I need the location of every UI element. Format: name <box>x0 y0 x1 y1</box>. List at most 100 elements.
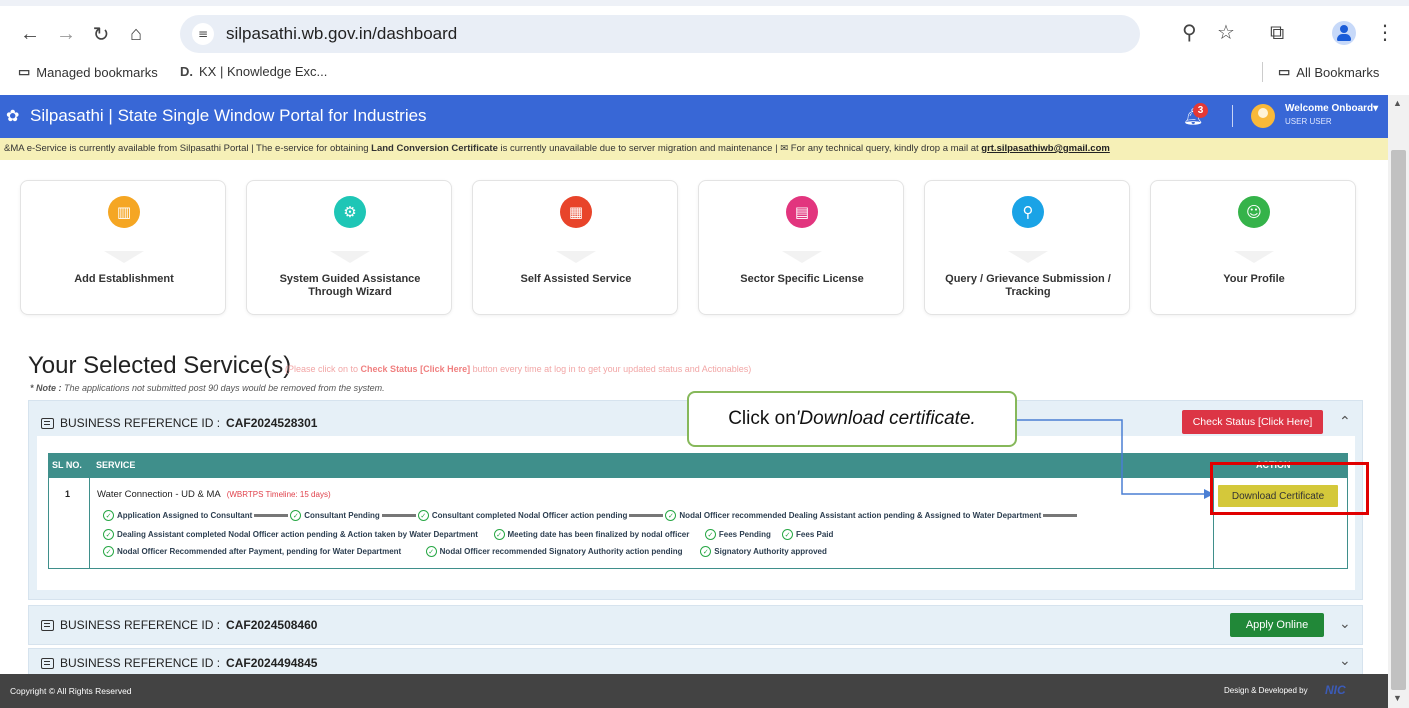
managed-bookmarks-icon: ▭ <box>18 64 31 79</box>
bookmark-separator <box>1262 62 1263 82</box>
browser-chrome: ← → ↻ ⌂ ≡ silpasathi.wb.gov.in/dashboard… <box>0 0 1409 95</box>
welcome-text[interactable]: Welcome Onboard▾ <box>1285 103 1378 114</box>
apply-online-button[interactable]: Apply Online <box>1230 613 1324 637</box>
home-icon[interactable]: ⌂ <box>122 20 150 48</box>
status-hint: (Please click on to Check Status [Click … <box>285 364 752 374</box>
announcement-marquee: &MA e-Service is currently available fro… <box>0 138 1388 160</box>
list-icon <box>41 657 54 669</box>
business-id: CAF2024528301 <box>226 416 318 430</box>
search-icon: ⚲ <box>1012 196 1044 228</box>
card-system-guided-assistance[interactable]: ⚙ System Guided Assistance Through Wizar… <box>246 180 452 315</box>
card-notch <box>330 251 370 263</box>
header-sl: SL NO. <box>52 460 82 470</box>
row-sl: 1 <box>65 489 71 499</box>
card-notch <box>1008 251 1048 263</box>
scroll-down-icon[interactable]: ▼ <box>1393 693 1402 703</box>
check-status-button[interactable]: Check Status [Click Here] <box>1182 410 1323 434</box>
kx-icon: D. <box>180 64 193 79</box>
business-reference[interactable]: BUSINESS REFERENCE ID : CAF2024508460 <box>41 618 317 632</box>
business-id: CAF2024494845 <box>226 656 318 670</box>
app-header: ✿ Silpasathi | State Single Window Porta… <box>0 95 1388 138</box>
user-avatar-icon[interactable] <box>1251 104 1275 128</box>
column-divider <box>89 478 90 568</box>
folder-icon: ▭ <box>1278 64 1291 79</box>
gear-icon: ⚙ <box>334 196 366 228</box>
address-bar[interactable]: ≡ silpasathi.wb.gov.in/dashboard <box>180 15 1140 53</box>
business-id: CAF2024508460 <box>226 618 318 632</box>
site-settings-icon[interactable]: ≡ <box>192 23 214 45</box>
instruction-callout: Click on 'Download certificate. <box>687 391 1017 447</box>
header-separator <box>1232 105 1233 127</box>
app-title[interactable]: Silpasathi | State Single Window Portal … <box>30 106 427 126</box>
card-notch <box>1234 251 1274 263</box>
building-icon: ▥ <box>108 196 140 228</box>
status-steps: ✓ Nodal Officer Recommended after Payment… <box>103 546 827 557</box>
copyright-text: Copyright © All Rights Reserved <box>10 686 132 696</box>
user-name: USER USER <box>1285 117 1332 126</box>
highlight-box <box>1210 462 1369 515</box>
all-bookmarks[interactable]: ▭ All Bookmarks <box>1278 64 1379 80</box>
check-circle-icon: ✓ <box>665 510 677 521</box>
card-label: Your Profile <box>1223 273 1285 285</box>
page-title: Your Selected Service(s) <box>28 352 292 379</box>
page-scrollbar[interactable]: ▲ ▼ <box>1388 95 1409 708</box>
chevron-down-icon[interactable]: ⌄ <box>1339 616 1351 632</box>
card-label: Query / Grievance Submission / Tracking <box>945 273 1111 298</box>
card-self-assisted-service[interactable]: ▦ Self Assisted Service <box>472 180 678 315</box>
card-label: Sector Specific License <box>740 273 864 285</box>
card-notch <box>782 251 822 263</box>
support-email-link[interactable]: grt.silpasathiwb@gmail.com <box>981 143 1110 154</box>
header-service: SERVICE <box>96 460 136 470</box>
zoom-icon[interactable]: ⚲ <box>1182 20 1197 44</box>
star-icon[interactable]: ☆ <box>1217 20 1235 44</box>
bookmark-managed[interactable]: ▭ Managed bookmarks <box>18 64 158 80</box>
license-icon: ▤ <box>786 196 818 228</box>
card-label: Add Establishment <box>74 273 174 285</box>
notification-badge: 3 <box>1193 103 1208 118</box>
table-row: 1 Water Connection - UD & MA (WBRTPS Time… <box>48 477 1348 569</box>
chevron-down-icon[interactable]: ⌄ <box>1339 653 1351 669</box>
business-reference[interactable]: BUSINESS REFERENCE ID : CAF2024494845 <box>41 656 317 670</box>
url-text[interactable]: silpasathi.wb.gov.in/dashboard <box>226 24 457 44</box>
nic-logo: NIC <box>1325 683 1346 697</box>
card-notch <box>104 251 144 263</box>
check-circle-icon: ✓ <box>782 529 794 540</box>
scroll-thumb[interactable] <box>1391 150 1406 690</box>
check-circle-icon: ✓ <box>493 529 505 540</box>
silpasathi-logo-icon: ✿ <box>6 106 20 125</box>
list-icon <box>41 619 54 631</box>
tab-strip-edge <box>0 0 1409 6</box>
extensions-icon[interactable]: ⧉ <box>1270 20 1284 44</box>
card-notch <box>556 251 596 263</box>
check-circle-icon: ✓ <box>103 529 114 540</box>
bookmark-kx[interactable]: D. KX | Knowledge Exc... <box>180 64 327 79</box>
bookmark-label: Managed bookmarks <box>36 64 158 80</box>
card-add-establishment[interactable]: ▥ Add Establishment <box>20 180 226 315</box>
profile-icon: ☺ <box>1238 196 1270 228</box>
status-steps: ✓ Dealing Assistant completed Nodal Offic… <box>103 529 833 540</box>
removal-note: * Note : The applications not submitted … <box>30 383 385 393</box>
check-circle-icon: ✓ <box>700 546 712 557</box>
scroll-up-icon[interactable]: ▲ <box>1393 98 1402 108</box>
check-circle-icon: ✓ <box>417 510 429 521</box>
back-arrow-icon[interactable]: ← <box>16 20 44 48</box>
reload-icon[interactable]: ↻ <box>87 20 115 48</box>
list-icon <box>41 417 54 429</box>
timeline-label: (WBRTPS Timeline: 15 days) <box>226 490 331 499</box>
card-label: System Guided Assistance Through Wizard <box>279 273 421 298</box>
profile-avatar-icon[interactable] <box>1332 21 1356 45</box>
all-bookmarks-label: All Bookmarks <box>1296 64 1380 80</box>
menu-kebab-icon[interactable]: ⋮ <box>1375 20 1395 44</box>
chevron-up-icon[interactable]: ⌃ <box>1339 414 1351 430</box>
card-your-profile[interactable]: ☺ Your Profile <box>1150 180 1356 315</box>
bookmark-label: KX | Knowledge Exc... <box>199 64 328 79</box>
business-reference[interactable]: BUSINESS REFERENCE ID : CAF2024528301 <box>41 416 317 430</box>
forward-arrow-icon[interactable]: → <box>52 20 80 48</box>
mail-icon: ✉ <box>780 143 789 154</box>
check-circle-icon: ✓ <box>290 510 302 521</box>
card-sector-specific-license[interactable]: ▤ Sector Specific License <box>698 180 904 315</box>
card-query-grievance[interactable]: ⚲ Query / Grievance Submission / Trackin… <box>924 180 1130 315</box>
developer-credit: Design & Developed by <box>1224 686 1308 695</box>
page-footer: Copyright © All Rights Reserved Design &… <box>0 674 1388 708</box>
check-circle-icon: ✓ <box>704 529 716 540</box>
